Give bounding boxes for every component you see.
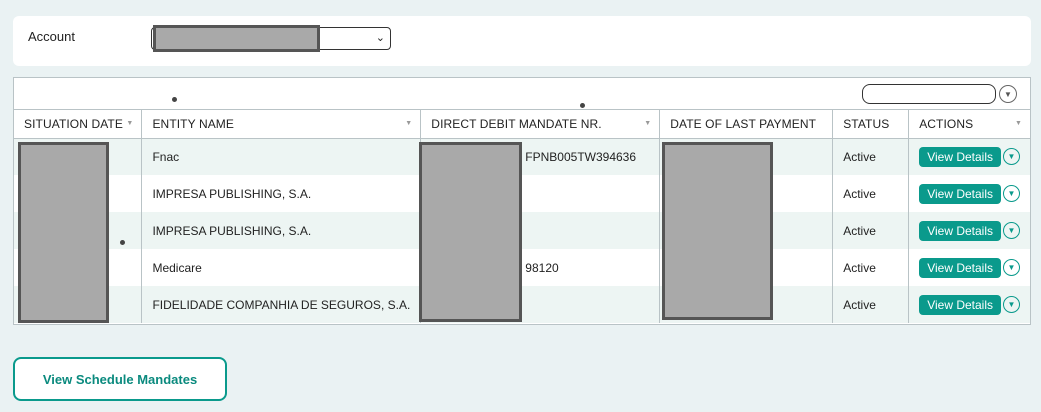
- account-select[interactable]: ⌄: [151, 25, 391, 52]
- table-row: FIDELIDADE COMPANHIA DE SEGUROS, S.A. Ac…: [14, 286, 1030, 323]
- status-cell: Active: [832, 138, 910, 175]
- actions-cell: View Details ▼: [909, 175, 1030, 212]
- view-details-button[interactable]: View Details: [919, 146, 1001, 167]
- column-header-situation-date[interactable]: SITUATION DATE ▼: [14, 110, 143, 139]
- chevron-down-icon: ⌄: [375, 32, 385, 44]
- mandates-table: SITUATION DATE ▼ ENTITY NAME ▼ DIRECT DEBI…: [14, 110, 1030, 323]
- entity-name-cell: IMPRESA PUBLISHING, S.A.: [141, 212, 422, 249]
- more-options-icon[interactable]: ▼: [1003, 296, 1020, 313]
- redacted-mandate-numbers: [419, 142, 522, 322]
- sort-icon[interactable]: ▼: [405, 120, 412, 127]
- sort-icon[interactable]: ▼: [1015, 120, 1022, 127]
- entity-name-cell: Medicare: [141, 249, 422, 286]
- status-cell: Active: [832, 286, 910, 323]
- column-header-last-payment[interactable]: DATE OF LAST PAYMENT: [659, 110, 834, 139]
- status-cell: Active: [832, 212, 910, 249]
- table-row: IMPRESA PUBLISHING, S.A. Active View Det…: [14, 212, 1030, 249]
- table-toolbar: ▼: [14, 78, 1030, 110]
- account-label: Account: [28, 29, 75, 44]
- entity-name-cell: FIDELIDADE COMPANHIA DE SEGUROS, S.A.: [141, 286, 422, 323]
- mandates-table-panel: ▼ SITUATION DATE ▼ ENTITY NAME ▼ DIRECT DE…: [13, 77, 1031, 325]
- view-schedule-mandates-button[interactable]: View Schedule Mandates: [13, 357, 227, 401]
- entity-name-cell: Fnac: [141, 138, 422, 175]
- stray-dot: [172, 97, 177, 102]
- actions-cell: View Details ▼: [908, 138, 1030, 175]
- table-row: IMPRESA PUBLISHING, S.A. Active View Det…: [14, 175, 1030, 212]
- stray-dot: [120, 240, 125, 245]
- more-options-icon[interactable]: ▼: [1003, 148, 1020, 166]
- status-cell: Active: [832, 249, 910, 286]
- actions-cell: View Details ▼: [908, 286, 1030, 323]
- column-header-entity-name[interactable]: ENTITY NAME ▼: [141, 110, 422, 139]
- table-row: Fnac FPNB005TW394636 Active View Details…: [14, 138, 1030, 175]
- more-options-icon[interactable]: ▼: [1003, 222, 1020, 239]
- view-details-button[interactable]: View Details: [919, 294, 1001, 315]
- column-header-status[interactable]: STATUS: [832, 110, 910, 139]
- redacted-account-value: [153, 25, 320, 52]
- status-cell: Active: [832, 175, 910, 212]
- redacted-situation-dates: [18, 142, 109, 323]
- entity-name-cell: IMPRESA PUBLISHING, S.A.: [141, 175, 422, 212]
- actions-cell: View Details ▼: [908, 212, 1030, 249]
- table-row: Medicare 98120 Active View Details ▼: [14, 249, 1030, 286]
- redacted-payment-dates: [662, 142, 773, 320]
- more-options-icon[interactable]: ▼: [1003, 185, 1020, 202]
- stray-dot: [580, 103, 585, 108]
- account-panel: Account ⌄: [13, 16, 1031, 66]
- view-details-button[interactable]: View Details: [919, 257, 1001, 278]
- column-header-actions: ACTIONS ▼: [908, 110, 1030, 139]
- view-details-button[interactable]: View Details: [919, 183, 1001, 204]
- actions-cell: View Details ▼: [909, 249, 1030, 286]
- column-header-mandate-nr[interactable]: DIRECT DEBIT MANDATE NR. ▼: [420, 110, 661, 139]
- sort-icon[interactable]: ▼: [126, 120, 133, 127]
- more-options-icon[interactable]: ▼: [1003, 259, 1020, 276]
- sort-icon[interactable]: ▼: [644, 120, 651, 127]
- table-header-row: SITUATION DATE ▼ ENTITY NAME ▼ DIRECT DEBI…: [14, 110, 1030, 139]
- view-details-button[interactable]: View Details: [919, 220, 1001, 241]
- chevron-down-icon[interactable]: ▼: [999, 85, 1017, 103]
- table-filter-input[interactable]: [862, 84, 996, 104]
